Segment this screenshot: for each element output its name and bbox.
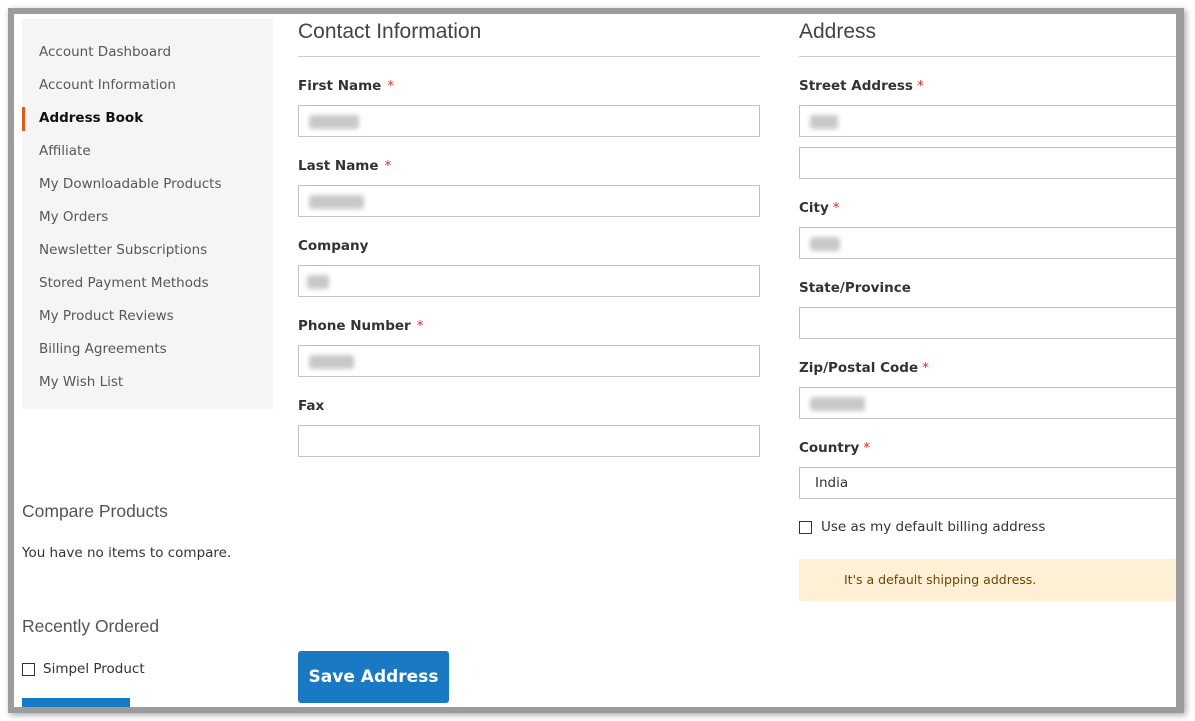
redacted-value: [810, 115, 838, 129]
sidebar-item-my-orders[interactable]: My Orders: [22, 201, 273, 234]
default-billing-label: Use as my default billing address: [821, 519, 1046, 535]
required-marker: *: [916, 78, 924, 94]
required-marker: *: [832, 200, 840, 216]
default-shipping-notice: It's a default shipping address.: [799, 559, 1176, 601]
sidebar-item-account-information[interactable]: Account Information: [22, 69, 273, 102]
state-province-input[interactable]: [799, 307, 1176, 339]
street-address-line2-input[interactable]: [799, 147, 1176, 179]
last-name-label: Last Name *: [298, 158, 392, 174]
fax-label: Fax: [298, 398, 325, 414]
country-selected-value: India: [815, 475, 849, 491]
recently-ordered-item-label: Simpel Product: [43, 661, 145, 677]
required-marker: *: [863, 440, 871, 456]
required-marker: *: [387, 78, 395, 94]
recently-ordered-title: Recently Ordered: [22, 616, 160, 636]
required-marker: *: [416, 318, 424, 334]
redacted-value: [307, 275, 329, 289]
redacted-value: [309, 195, 364, 209]
sidebar-item-newsletter-subscriptions[interactable]: Newsletter Subscriptions: [22, 234, 273, 267]
company-input[interactable]: [298, 265, 760, 297]
sidebar-item-billing-agreements[interactable]: Billing Agreements: [22, 333, 273, 366]
country-label: Country *: [799, 440, 871, 456]
redacted-value: [810, 237, 840, 251]
street-address-line1-input[interactable]: [799, 105, 1176, 137]
last-name-input[interactable]: [298, 185, 760, 217]
first-name-label: First Name *: [298, 78, 395, 94]
address-section-title: Address: [799, 20, 877, 43]
required-marker: *: [384, 158, 392, 174]
redacted-value: [309, 355, 354, 369]
compare-empty-text: You have no items to compare.: [22, 545, 232, 561]
first-name-input[interactable]: [298, 105, 760, 137]
sidebar-item-downloadable-products[interactable]: My Downloadable Products: [22, 168, 273, 201]
contact-section-title: Contact Information: [298, 20, 482, 43]
sidebar-item-account-dashboard[interactable]: Account Dashboard: [22, 36, 273, 69]
zip-code-label: Zip/Postal Code *: [799, 360, 929, 376]
company-label: Company: [298, 238, 369, 254]
default-billing-checkbox[interactable]: [799, 521, 812, 534]
zip-code-input[interactable]: [799, 387, 1176, 419]
redacted-value: [810, 397, 865, 411]
sidebar-item-stored-payment-methods[interactable]: Stored Payment Methods: [22, 267, 273, 300]
city-label: City *: [799, 200, 840, 216]
redacted-value: [309, 115, 359, 129]
phone-input[interactable]: [298, 345, 760, 377]
page-viewport: Account Dashboard Account Information Ad…: [14, 14, 1176, 707]
sidebar-item-address-book[interactable]: Address Book: [22, 102, 273, 135]
sidebar-item-product-reviews[interactable]: My Product Reviews: [22, 300, 273, 333]
compare-products-title: Compare Products: [22, 501, 168, 521]
fax-input[interactable]: [298, 425, 760, 457]
street-address-label: Street Address *: [799, 78, 924, 94]
state-province-label: State/Province: [799, 280, 911, 296]
sidebar-item-wish-list[interactable]: My Wish List: [22, 366, 273, 399]
account-sidebar-nav: Account Dashboard Account Information Ad…: [22, 19, 273, 409]
save-address-button[interactable]: Save Address: [298, 651, 449, 703]
sidebar-item-affiliate[interactable]: Affiliate: [22, 135, 273, 168]
add-to-cart-button[interactable]: [22, 698, 130, 707]
recently-ordered-checkbox[interactable]: [22, 663, 35, 676]
address-section-divider: [799, 56, 1176, 57]
required-marker: *: [922, 360, 929, 376]
contact-section-divider: [298, 56, 760, 57]
phone-label: Phone Number *: [298, 318, 424, 334]
city-input[interactable]: [799, 227, 1176, 259]
country-select[interactable]: India: [799, 467, 1176, 499]
